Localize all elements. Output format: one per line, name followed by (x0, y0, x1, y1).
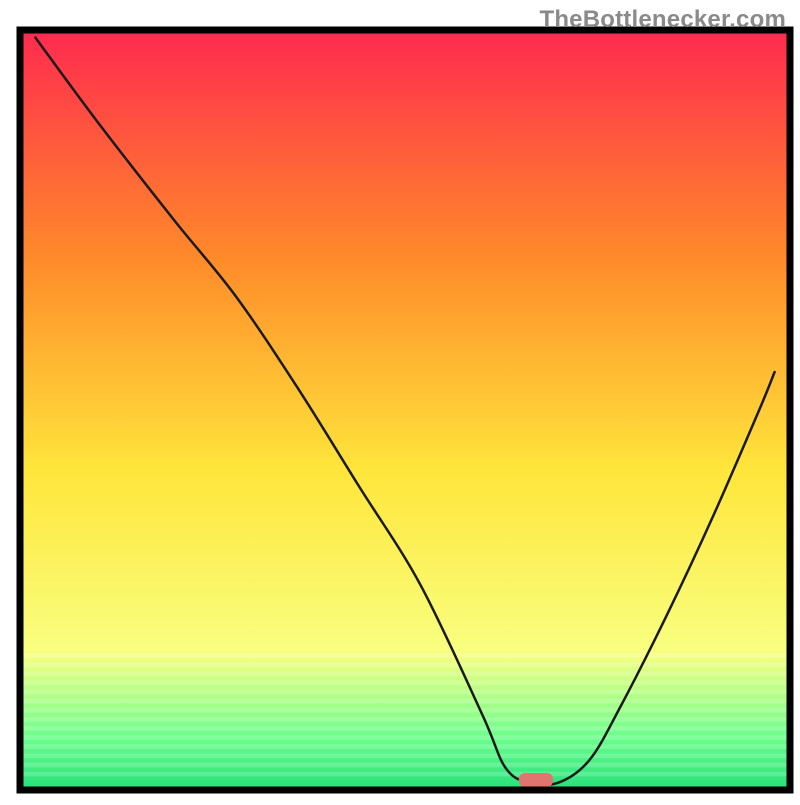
optimum-marker (519, 773, 553, 787)
chart-svg (0, 0, 800, 800)
watermark-text: TheBottlenecker.com (539, 6, 786, 34)
bottleneck-chart (0, 0, 800, 800)
